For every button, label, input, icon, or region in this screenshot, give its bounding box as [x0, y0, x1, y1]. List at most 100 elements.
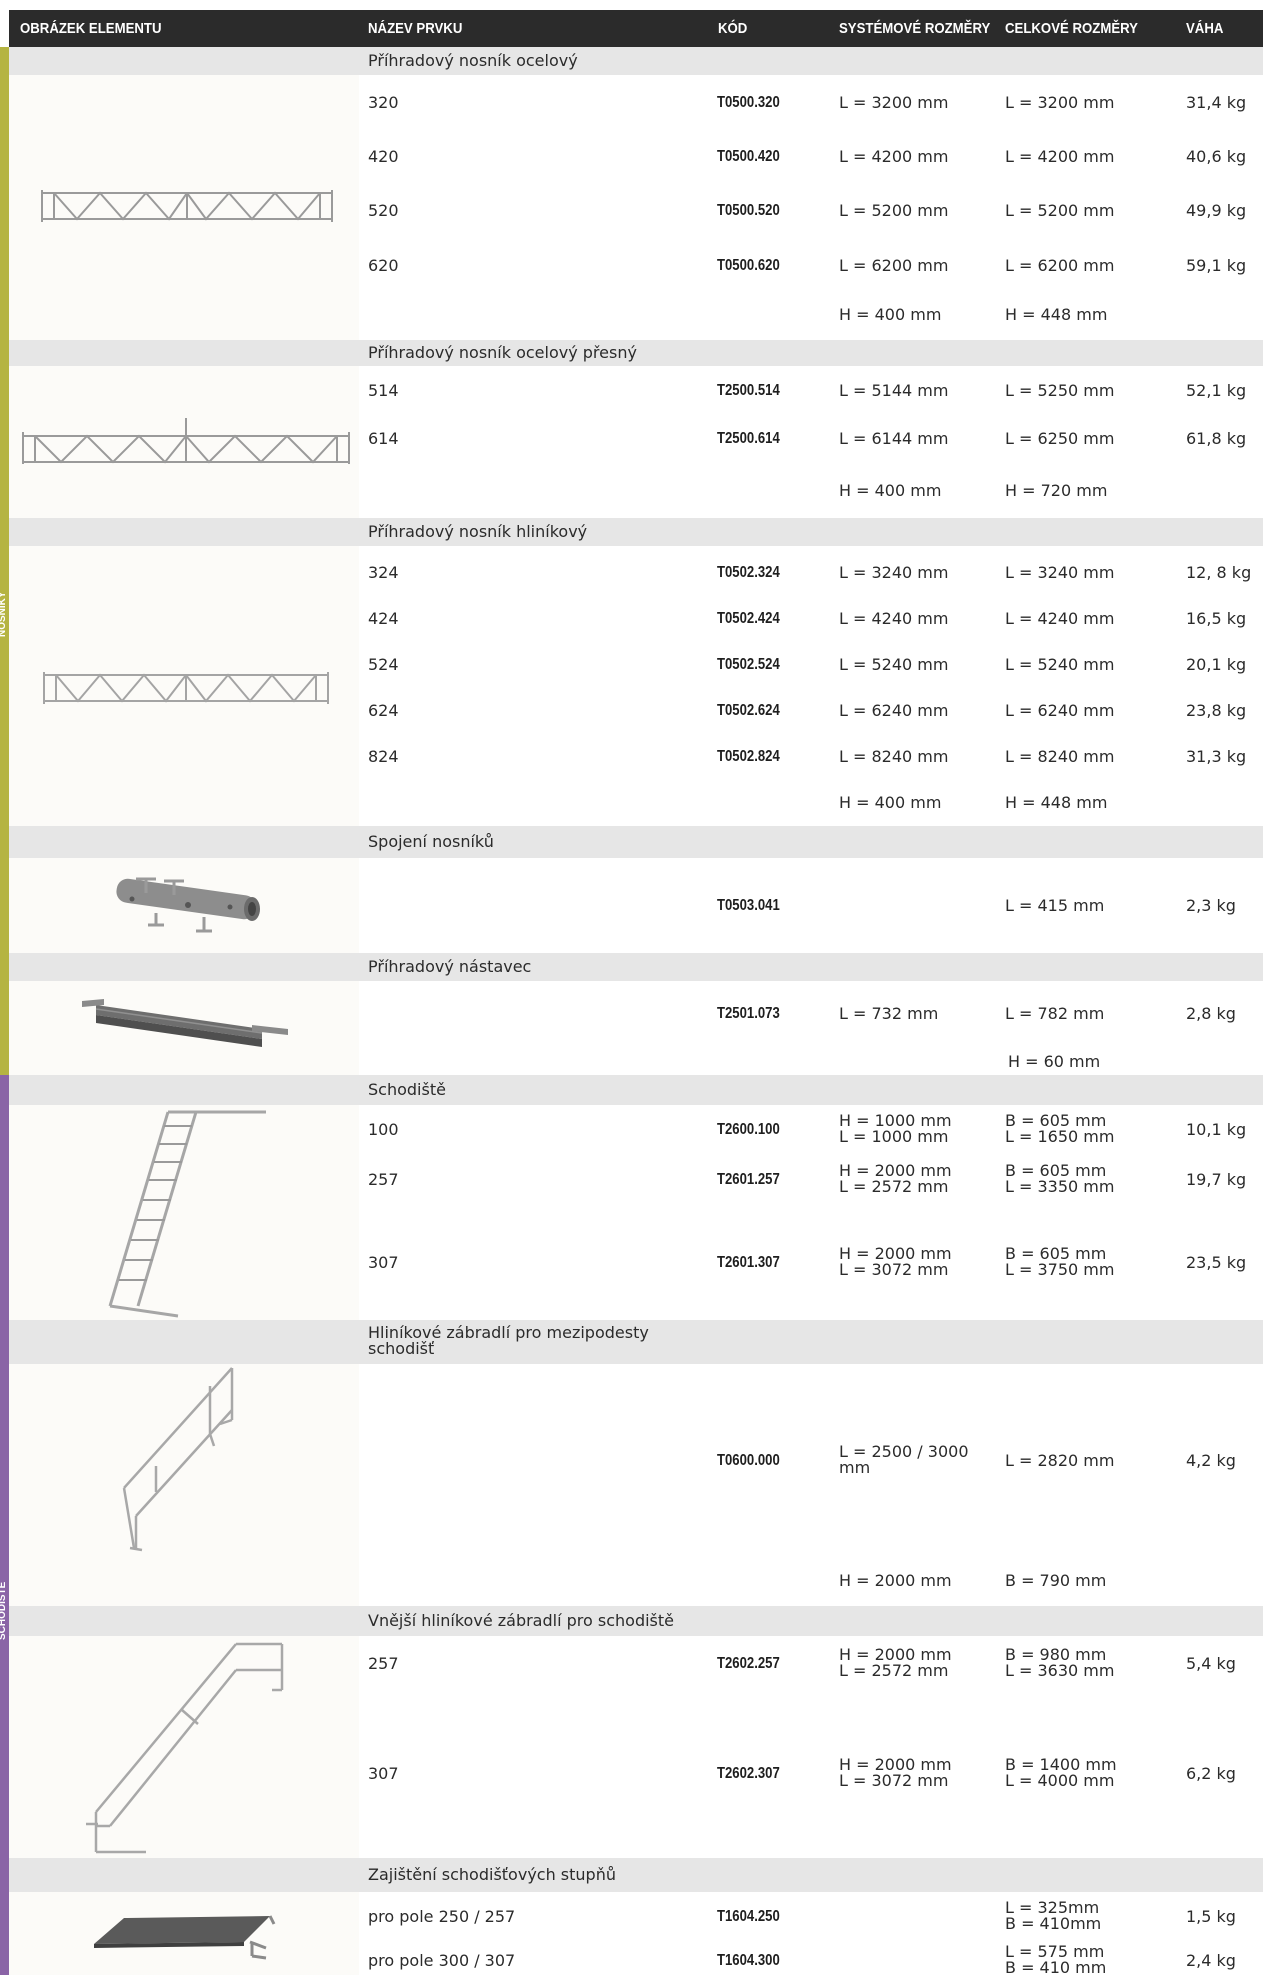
group-title: Příhradový nosník ocelový přesný	[368, 343, 637, 362]
row-sys: H = 400 mm	[839, 481, 942, 500]
truss-extension-image	[82, 997, 292, 1063]
row-sys: L = 4200 mm	[839, 147, 949, 166]
row-name: 424	[368, 609, 399, 628]
row-total: H = 448 mm	[1005, 305, 1108, 324]
row-name: 257	[368, 1654, 399, 1673]
header-total-dimensions: CELKOVÉ ROZMĚRY	[1005, 20, 1138, 37]
row-sys: L = 6240 mm	[839, 701, 949, 720]
row-weight: 61,8 kg	[1186, 429, 1247, 448]
row-sys: H = 2000 mm L = 2572 mm	[839, 1645, 952, 1680]
row-code: T2602.257	[717, 1655, 780, 1672]
row-code: T1604.300	[717, 1952, 780, 1969]
row-code: T0600.000	[717, 1452, 780, 1469]
row-name: 520	[368, 201, 399, 220]
group-header-aluminium-truss: Příhradový nosník hliníkový	[9, 518, 1263, 546]
row-weight: 6,2 kg	[1186, 1764, 1236, 1783]
group-title: Příhradový nástavec	[368, 957, 532, 976]
row-weight: 23,8 kg	[1186, 701, 1247, 720]
row-name: 420	[368, 147, 399, 166]
row-code: T1604.250	[717, 1908, 780, 1925]
row-name: 624	[368, 701, 399, 720]
row-code: T0502.624	[717, 702, 780, 719]
row-total: L = 3200 mm	[1005, 93, 1115, 112]
row-total: L = 4240 mm	[1005, 609, 1115, 628]
group-header-outer-stair-railing: Vnější hliníkové zábradlí pro schodiště	[9, 1606, 1263, 1636]
row-total: L = 6200 mm	[1005, 256, 1115, 275]
row-weight: 49,9 kg	[1186, 201, 1247, 220]
row-total: L = 6250 mm	[1005, 429, 1115, 448]
row-sys: L = 6144 mm	[839, 429, 949, 448]
row-name: 824	[368, 747, 399, 766]
row-sys: L = 8240 mm	[839, 747, 949, 766]
row-code: T0503.041	[717, 897, 780, 914]
row-code: T2602.307	[717, 1765, 780, 1782]
row-code: T2500.614	[717, 430, 780, 447]
row-code: T2501.073	[717, 1005, 780, 1022]
row-weight: 31,3 kg	[1186, 747, 1247, 766]
row-total: B = 790 mm	[1005, 1571, 1107, 1590]
row-total: L = 6240 mm	[1005, 701, 1115, 720]
row-total: L = 325mm B = 410mm	[1005, 1898, 1102, 1933]
row-code: T0502.824	[717, 748, 780, 765]
row-total: L = 415 mm	[1005, 896, 1105, 915]
row-sys: H = 400 mm	[839, 793, 942, 812]
row-weight: 12, 8 kg	[1186, 563, 1252, 582]
row-name: 307	[368, 1253, 399, 1272]
row-code: T0500.620	[717, 257, 780, 274]
row-sys: L = 5144 mm	[839, 381, 949, 400]
header-name: NÁZEV PRVKU	[368, 20, 463, 37]
row-name: pro pole 300 / 307	[368, 1951, 516, 1970]
row-total: H = 60 mm	[1008, 1052, 1101, 1071]
group-header-precise-steel-truss: Příhradový nosník ocelový přesný	[9, 340, 1263, 366]
row-total: L = 2820 mm	[1005, 1451, 1115, 1470]
group-header-landing-railing: Hliníkové zábradlí pro mezipodesty schod…	[9, 1320, 1263, 1364]
staircase-image	[100, 1108, 272, 1324]
group-header-staircase: Schodiště	[9, 1075, 1263, 1105]
row-name: 324	[368, 563, 399, 582]
row-name: pro pole 250 / 257	[368, 1907, 516, 1926]
row-sys: L = 2500 / 3000 mm	[839, 1442, 969, 1477]
row-code: T0500.320	[717, 94, 780, 111]
row-weight: 40,6 kg	[1186, 147, 1247, 166]
row-code: T0502.324	[717, 564, 780, 581]
landing-railing-image	[120, 1366, 240, 1556]
row-sys: L = 5200 mm	[839, 201, 949, 220]
stair-step-securing-image	[94, 1912, 276, 1966]
header-weight: VÁHA	[1186, 20, 1224, 37]
row-code: T2601.257	[717, 1171, 780, 1188]
group-header-steel-truss: Příhradový nosník ocelový	[9, 47, 1263, 75]
row-name: 307	[368, 1764, 399, 1783]
group-title: Hliníkové zábradlí pro mezipodesty schod…	[368, 1323, 649, 1358]
group-title: Příhradový nosník hliníkový	[368, 522, 588, 541]
row-name: 257	[368, 1170, 399, 1189]
row-total: H = 448 mm	[1005, 793, 1108, 812]
row-name: 620	[368, 256, 399, 275]
row-weight: 5,4 kg	[1186, 1654, 1236, 1673]
row-code: T0502.424	[717, 610, 780, 627]
group-title: Příhradový nosník ocelový	[368, 51, 578, 70]
row-sys: L = 4240 mm	[839, 609, 949, 628]
group-title: Spojení nosníků	[368, 832, 494, 851]
group-title: Schodiště	[368, 1080, 446, 1099]
row-weight: 16,5 kg	[1186, 609, 1247, 628]
row-sys: L = 6200 mm	[839, 256, 949, 275]
row-total: H = 720 mm	[1005, 481, 1108, 500]
header-image: OBRÁZEK ELEMENTU	[20, 20, 162, 37]
row-code: T2601.307	[717, 1254, 780, 1271]
row-sys: L = 732 mm	[839, 1004, 939, 1023]
row-name: 614	[368, 429, 399, 448]
outer-stair-railing-image	[86, 1640, 286, 1860]
row-total: L = 4200 mm	[1005, 147, 1115, 166]
row-code: T2500.514	[717, 382, 780, 399]
row-total: L = 8240 mm	[1005, 747, 1115, 766]
group-header-beam-coupler: Spojení nosníků	[9, 826, 1263, 858]
row-sys: L = 5240 mm	[839, 655, 949, 674]
row-name: 100	[368, 1120, 399, 1139]
row-weight: 20,1 kg	[1186, 655, 1247, 674]
row-weight: 59,1 kg	[1186, 256, 1247, 275]
row-sys: H = 400 mm	[839, 305, 942, 324]
sidebar-section-beams-label: NOSNÍKY	[0, 591, 8, 637]
row-sys: H = 2000 mm L = 2572 mm	[839, 1161, 952, 1196]
row-weight: 23,5 kg	[1186, 1253, 1247, 1272]
row-total: L = 5200 mm	[1005, 201, 1115, 220]
